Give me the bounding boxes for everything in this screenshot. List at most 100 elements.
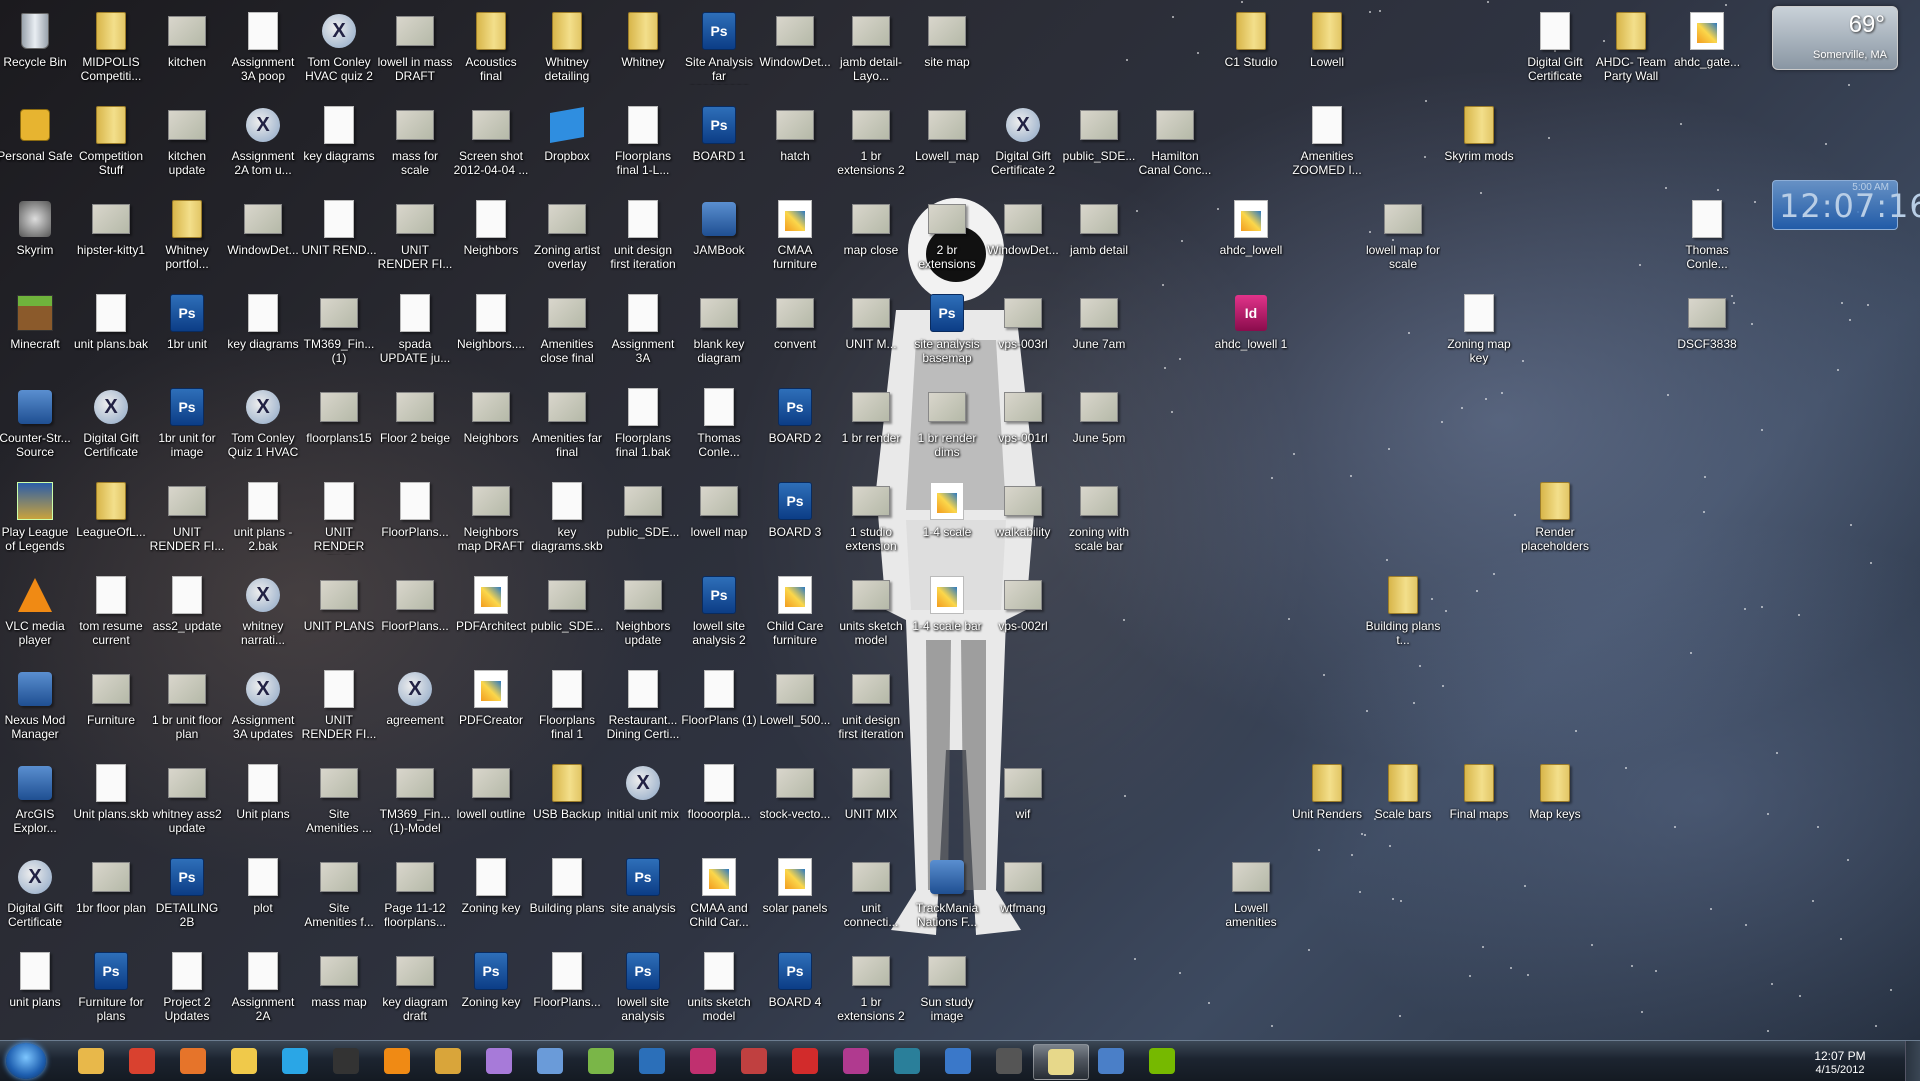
desktop-icon[interactable]: Acoustics final (455, 4, 527, 94)
taskbar-chrome-button[interactable] (115, 1044, 169, 1078)
desktop-icon[interactable]: Nexus Mod Manager (0, 662, 71, 752)
desktop-icon[interactable]: Site Amenities ... (303, 756, 375, 846)
desktop-icon[interactable]: floorplans15 (303, 380, 375, 470)
desktop-icon[interactable]: hatch (759, 98, 831, 188)
taskbar-pidgin-button[interactable] (472, 1044, 526, 1078)
desktop-icon[interactable]: Ps Zoning key (455, 944, 527, 1034)
desktop-icon[interactable]: FloorPlans (1) (683, 662, 755, 752)
desktop-icon[interactable]: Ps 1br unit (151, 286, 223, 376)
desktop-icon[interactable]: X Digital Gift Certificate (0, 850, 71, 940)
desktop-icon[interactable]: Thomas Conle... (1671, 192, 1743, 282)
desktop-icon[interactable]: Map keys (1519, 756, 1591, 846)
desktop-icon[interactable]: FloorPlans... (531, 944, 603, 1034)
desktop-icon[interactable]: Lowell amenities (1215, 850, 1287, 940)
desktop-icon[interactable]: blank key diagram (683, 286, 755, 376)
desktop-icon[interactable]: WindowDet... (227, 192, 299, 282)
desktop-icon[interactable]: UNIT RENDER FILE (303, 474, 375, 564)
desktop-icon[interactable]: X Assignment 3A updates (227, 662, 299, 752)
desktop-icon[interactable]: UNIT PLANS (303, 568, 375, 658)
desktop-icon[interactable]: units sketch model (683, 944, 755, 1034)
desktop-icon[interactable]: Ps site analysis basemap (911, 286, 983, 376)
desktop-icon[interactable]: Floor 2 beige (379, 380, 451, 470)
taskbar-firefox-button[interactable] (166, 1044, 220, 1078)
desktop-icon[interactable]: TM369_Fin... (1)-Model (379, 756, 451, 846)
desktop-icon[interactable]: Assignment 2A (227, 944, 299, 1034)
desktop-icon[interactable]: Dropbox (531, 98, 603, 188)
taskbar-pdf-editor-button[interactable] (727, 1044, 781, 1078)
desktop-icon[interactable]: Neighbors.... (455, 286, 527, 376)
desktop-icon[interactable]: units sketch model (835, 568, 907, 658)
desktop-icon[interactable]: TrackMania Nations F... (911, 850, 983, 940)
desktop-icon[interactable]: 2 br extensions (911, 192, 983, 282)
desktop-icon[interactable]: walkability (987, 474, 1059, 564)
desktop-icon[interactable]: plot (227, 850, 299, 940)
desktop-icon[interactable]: unit plans.bak (75, 286, 147, 376)
desktop-icon[interactable]: PDFArchitect (455, 568, 527, 658)
desktop-icon[interactable]: tom resume current (75, 568, 147, 658)
desktop-icon[interactable]: Ps BOARD 4 (759, 944, 831, 1034)
desktop-icon[interactable]: Ps BOARD 3 (759, 474, 831, 564)
desktop-icon[interactable]: ArcGIS Explor... (0, 756, 71, 846)
desktop-icon[interactable]: Play League of Legends (0, 474, 71, 564)
taskbar-acrobat-button[interactable] (778, 1044, 832, 1078)
desktop-icon[interactable]: unit design first iteration (607, 192, 679, 282)
desktop-icon[interactable]: vps-001rl (987, 380, 1059, 470)
desktop-icon[interactable]: Zoning key (455, 850, 527, 940)
desktop-icon[interactable]: Neighbors (455, 380, 527, 470)
desktop-icon[interactable]: ahdc_lowell (1215, 192, 1287, 282)
desktop-icon[interactable]: kitchen (151, 4, 223, 94)
desktop-icon[interactable]: Counter-Str... Source (0, 380, 71, 470)
desktop-icon[interactable]: 1 br extensions 2 (835, 98, 907, 188)
desktop-icon[interactable]: 1 br render (835, 380, 907, 470)
desktop-icon[interactable]: MIDPOLIS Competiti... (75, 4, 147, 94)
desktop-icon[interactable]: Scale bars (1367, 756, 1439, 846)
desktop-icon[interactable]: public_SDE... (607, 474, 679, 564)
desktop-icon[interactable]: unit design first iteration (835, 662, 907, 752)
desktop-icon[interactable]: Ps 1br unit for image (151, 380, 223, 470)
desktop-icon[interactable]: June 5pm (1063, 380, 1135, 470)
desktop-icon[interactable]: Whitney (607, 4, 679, 94)
desktop-icon[interactable]: Hamilton Canal Conc... (1139, 98, 1211, 188)
desktop-icon[interactable]: hipster-kitty1 (75, 192, 147, 282)
desktop-icon[interactable]: Lowell_map (911, 98, 983, 188)
desktop-icon[interactable]: lowell outline (455, 756, 527, 846)
taskbar-steam-button[interactable] (319, 1044, 373, 1078)
desktop-icon[interactable]: 1 studio extension (835, 474, 907, 564)
desktop-icon[interactable]: Assignment 3A poop (227, 4, 299, 94)
desktop-icon[interactable]: FloorPlans... (379, 474, 451, 564)
desktop-icon[interactable]: kitchen update (151, 98, 223, 188)
desktop-icon[interactable]: Zoning artist overlay (531, 192, 603, 282)
desktop-icon[interactable]: PsSite Analysis far 222222222 (683, 4, 755, 94)
desktop-icon[interactable]: Floorplans final 1.bak (607, 380, 679, 470)
desktop-icon[interactable]: UNIT RENDER FI... (151, 474, 223, 564)
desktop-icon[interactable]: 1 br extensions 2 (835, 944, 907, 1034)
desktop-icon[interactable]: site map (911, 4, 983, 94)
desktop-icon[interactable]: WindowDet... (987, 192, 1059, 282)
desktop-icon[interactable]: Unit Renders (1291, 756, 1363, 846)
desktop-icon[interactable]: key diagrams.skb (531, 474, 603, 564)
desktop-icon[interactable]: unit plans - 2.bak (227, 474, 299, 564)
taskbar-nvidia-button[interactable] (1135, 1044, 1189, 1078)
taskbar-notepad-button[interactable] (523, 1044, 577, 1078)
show-desktop-button[interactable] (1905, 1041, 1920, 1081)
desktop-icon[interactable]: vps-002rl (987, 568, 1059, 658)
desktop-icon[interactable]: 1-4 scale (911, 474, 983, 564)
desktop-icon[interactable]: Project 2 Updates (151, 944, 223, 1034)
desktop-icon[interactable]: 1-4 scale bar (911, 568, 983, 658)
tray-clock-date[interactable]: 4/15/2012 (1810, 1064, 1870, 1076)
desktop-icon[interactable]: unit connecti... (835, 850, 907, 940)
desktop-icon[interactable]: Whitney portfol... (151, 192, 223, 282)
desktop-icon[interactable]: lowell map for scale (1367, 192, 1439, 282)
desktop-icon[interactable]: Floorplans final 1-L... (607, 98, 679, 188)
taskbar-utorrent-button[interactable] (574, 1044, 628, 1078)
desktop-icon[interactable]: WindowDet... (759, 4, 831, 94)
desktop-icon[interactable]: Ps BOARD 1 (683, 98, 755, 188)
desktop-icon[interactable]: wtfmang (987, 850, 1059, 940)
desktop-icon[interactable]: lowell in mass DRAFT (379, 4, 451, 94)
desktop-icon[interactable]: VLC media player (0, 568, 71, 658)
taskbar-sketchup-button[interactable] (880, 1044, 934, 1078)
desktop-icon[interactable]: Xwhitney narrati... (227, 568, 299, 658)
desktop-icon[interactable]: UNIT RENDER FI... (303, 662, 375, 752)
desktop-icon[interactable]: Whitney detailing (531, 4, 603, 94)
desktop-icon[interactable]: zoning with scale bar (1063, 474, 1135, 564)
